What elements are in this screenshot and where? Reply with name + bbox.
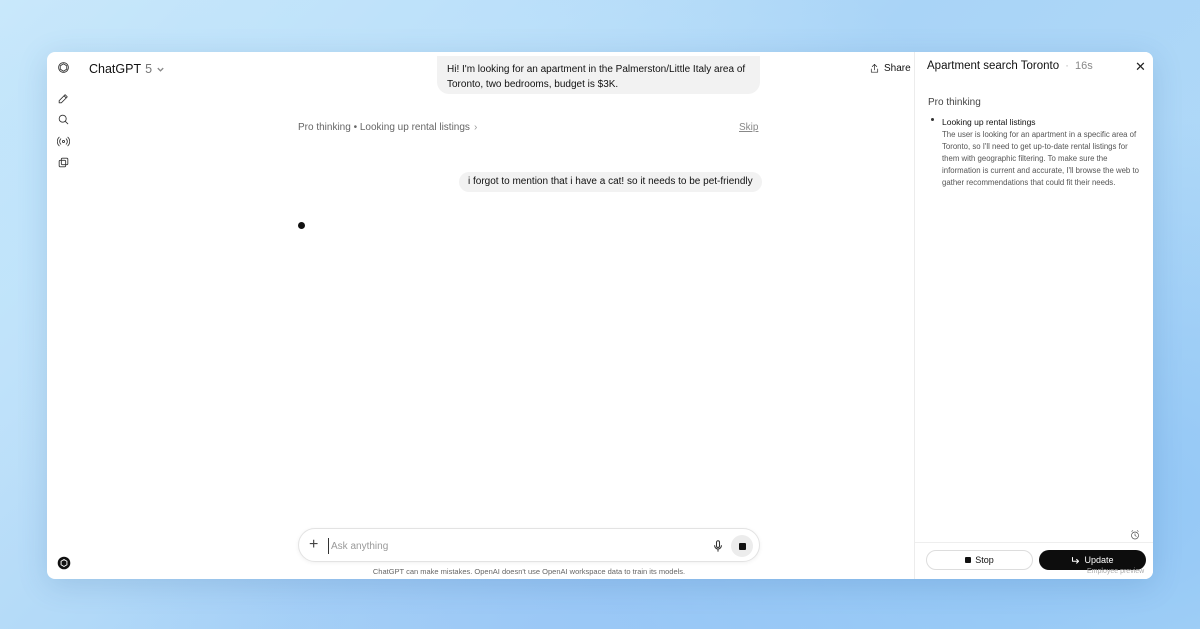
stop-label: Stop bbox=[975, 555, 994, 565]
composer: + bbox=[298, 528, 760, 562]
panel-header: Apartment search Toronto · 16s bbox=[927, 60, 1093, 72]
icon-rail bbox=[47, 52, 79, 579]
new-chat-icon[interactable] bbox=[56, 91, 71, 106]
preview-label: Employee preview bbox=[1087, 568, 1145, 575]
user-message: Hi! I'm looking for an apartment in the … bbox=[437, 56, 760, 94]
add-attachment-button[interactable]: + bbox=[309, 536, 323, 554]
skip-button[interactable]: Skip bbox=[739, 122, 758, 133]
redirect-arrow-icon bbox=[1072, 556, 1080, 564]
streaming-indicator bbox=[298, 222, 305, 229]
stop-icon bbox=[965, 557, 972, 563]
share-button[interactable]: Share bbox=[869, 60, 911, 76]
thinking-status[interactable]: Pro thinking • Looking up rental listing… bbox=[298, 122, 477, 133]
panel-section-title: Pro thinking bbox=[928, 97, 981, 108]
bullet-icon bbox=[931, 118, 934, 121]
share-icon bbox=[870, 63, 879, 73]
chevron-right-icon: › bbox=[473, 122, 478, 133]
timer-icon[interactable] bbox=[1129, 528, 1141, 540]
chat-main: ChatGPT 5 Share ··· Hi! I'm looking for … bbox=[79, 52, 944, 579]
update-button[interactable]: Update bbox=[1039, 550, 1146, 570]
user-message: i forgot to mention that i have a cat! s… bbox=[459, 172, 762, 192]
openai-logo-icon[interactable] bbox=[56, 60, 71, 75]
update-label: Update bbox=[1084, 555, 1114, 565]
microphone-icon bbox=[714, 540, 722, 552]
disclaimer: ChatGPT can make mistakes. OpenAI doesn'… bbox=[372, 567, 686, 576]
microphone-button[interactable] bbox=[711, 538, 725, 554]
model-picker[interactable]: ChatGPT 5 bbox=[89, 60, 165, 78]
library-icon[interactable] bbox=[56, 155, 71, 170]
model-name: ChatGPT bbox=[89, 62, 142, 76]
stop-generating-button[interactable] bbox=[731, 535, 753, 557]
model-version: 5 bbox=[145, 62, 153, 76]
thinking-status-text: Pro thinking • Looking up rental listing… bbox=[298, 122, 470, 133]
thinking-panel: Apartment search Toronto · 16s ✕ Pro thi… bbox=[914, 52, 1153, 579]
panel-divider bbox=[915, 542, 1153, 543]
chevron-down-icon bbox=[157, 67, 164, 72]
profile-icon[interactable] bbox=[56, 555, 71, 570]
close-icon[interactable]: ✕ bbox=[1135, 60, 1146, 74]
share-label: Share bbox=[884, 62, 911, 74]
elapsed-time: 16s bbox=[1074, 60, 1093, 72]
search-icon[interactable] bbox=[56, 112, 71, 127]
panel-title: Apartment search Toronto bbox=[927, 60, 1060, 72]
reasoning-step-body: The user is looking for an apartment in … bbox=[942, 130, 1139, 187]
panel-title-separator: · bbox=[1065, 60, 1069, 72]
app-window: ChatGPT 5 Share ··· Hi! I'm looking for … bbox=[47, 52, 1153, 579]
stop-icon bbox=[738, 542, 746, 550]
prompt-input[interactable] bbox=[328, 538, 688, 554]
stop-button[interactable]: Stop bbox=[926, 550, 1033, 570]
voice-icon[interactable] bbox=[56, 134, 71, 149]
reasoning-step-title: Looking up rental listings bbox=[942, 117, 1036, 127]
